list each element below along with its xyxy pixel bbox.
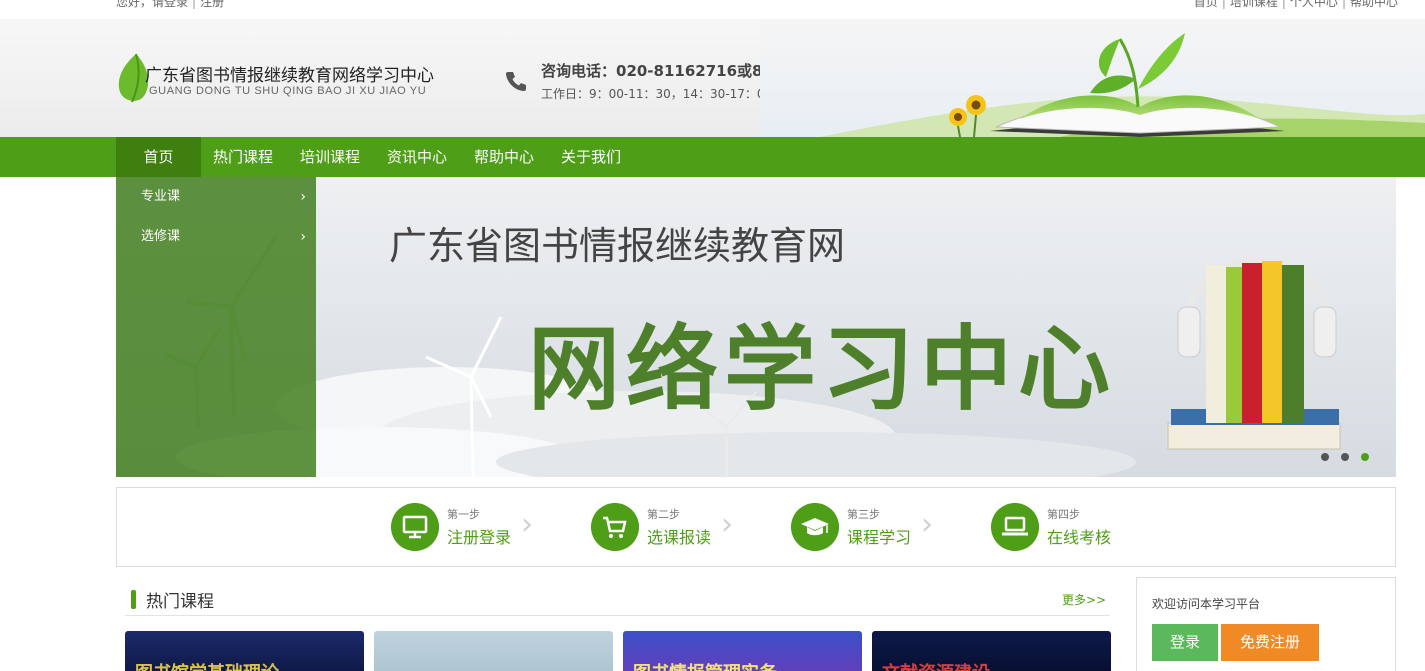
hot-courses-title: 热门课程 <box>146 592 214 612</box>
main-nav: 首页 热门课程 培训课程 资讯中心 帮助中心 关于我们 <box>0 137 1425 177</box>
chevron-right-icon: › <box>521 507 533 542</box>
top-link-personal[interactable]: 个人中心 <box>1290 0 1338 9</box>
laptop-icon <box>991 503 1039 551</box>
course-card-title: 图书情报管理实务 <box>633 659 777 671</box>
course-card-2[interactable] <box>374 631 613 671</box>
banner-headline: 网络学习中心 <box>528 316 1117 423</box>
graduation-cap-icon <box>791 503 839 551</box>
category-item-elective[interactable]: 选修课 › <box>141 217 306 257</box>
nav-news-center[interactable]: 资讯中心 <box>387 137 447 177</box>
step-number: 第二步 <box>647 508 680 521</box>
category-label: 专业课 <box>141 189 181 204</box>
hot-courses-more-link[interactable]: 更多>> <box>1062 591 1106 608</box>
course-card-4[interactable]: 文献资源建设 <box>872 631 1111 671</box>
course-card-title: 图书馆学基础理论 <box>135 659 279 671</box>
section-accent-bar <box>131 590 136 609</box>
nav-help-center[interactable]: 帮助中心 <box>474 137 534 177</box>
step-number: 第四步 <box>1047 508 1080 521</box>
separator: | <box>192 0 197 9</box>
chevron-right-icon: › <box>300 189 306 205</box>
nav-about-us[interactable]: 关于我们 <box>561 137 621 177</box>
header-book-illustration <box>760 19 1425 137</box>
step-label: 在线考核 <box>1047 528 1112 547</box>
welcome-text: 欢迎访问本学习平台 <box>1152 597 1261 611</box>
monitor-icon <box>391 503 439 551</box>
cart-icon <box>591 503 639 551</box>
nav-home[interactable]: 首页 <box>116 137 201 177</box>
nav-hot-courses[interactable]: 热门课程 <box>213 137 273 177</box>
course-card-1[interactable]: 图书馆学基础理论 <box>125 631 364 671</box>
course-card-title: 文献资源建设 <box>882 659 990 671</box>
top-link-help[interactable]: 帮助中心 <box>1350 0 1398 9</box>
category-item-professional[interactable]: 专业课 › <box>141 177 306 217</box>
login-panel: 欢迎访问本学习平台 登录 免费注册 <box>1136 577 1396 671</box>
site-name-pinyin: GUANG DONG TU SHU QING BAO JI XU JIAO YU <box>149 85 427 97</box>
step-label: 课程学习 <box>847 528 912 547</box>
slider-dot-2[interactable] <box>1341 453 1349 461</box>
slider-dot-1[interactable] <box>1321 453 1329 461</box>
chevron-right-icon: › <box>300 229 306 245</box>
course-card-3[interactable]: 图书情报管理实务 <box>623 631 862 671</box>
login-button[interactable]: 登录 <box>1152 624 1218 661</box>
work-hours-text: 工作日：9：00-11：30，14：30-17：00 <box>541 87 773 101</box>
course-category-menu: 专业课 › 选修课 › <box>116 177 316 477</box>
top-bar-left: 您好，请登录 | 注册 <box>116 0 224 10</box>
register-button[interactable]: 免费注册 <box>1221 624 1319 661</box>
nav-training-courses[interactable]: 培训课程 <box>300 137 360 177</box>
register-link[interactable]: 注册 <box>200 0 224 9</box>
category-label: 选修课 <box>141 229 181 244</box>
step-number: 第三步 <box>847 508 880 521</box>
slider-dot-3[interactable] <box>1361 453 1369 461</box>
step-label: 选课报读 <box>647 528 712 547</box>
site-header: 广东省图书情报继续教育网络学习中心 GUANG DONG TU SHU QING… <box>0 19 1425 137</box>
site-name[interactable]: 广东省图书情报继续教育网络学习中心 <box>145 61 434 86</box>
step-number: 第一步 <box>447 508 480 521</box>
chevron-right-icon: › <box>921 507 933 542</box>
top-link-courses[interactable]: 培训课程 <box>1230 0 1278 9</box>
hero-banner[interactable]: 专业课 › 选修课 › 广东省图书情报继续教育网 网络学习中心 <box>116 177 1396 477</box>
top-bar: 您好，请登录 | 注册 首页 | 培训课程 | 个人中心 | 帮助中心 <box>0 0 1425 19</box>
greeting-link[interactable]: 您好，请登录 <box>116 0 188 9</box>
section-divider <box>125 615 1110 616</box>
phone-icon <box>506 72 526 91</box>
top-bar-right: 首页 | 培训课程 | 个人中心 | 帮助中心 <box>1194 0 1398 10</box>
learning-steps: 第一步 注册登录 › 第二步 选课报读 › 第三步 课程学习 › 第四步 在线考… <box>116 487 1396 567</box>
step-label: 注册登录 <box>447 528 512 547</box>
top-link-home[interactable]: 首页 <box>1194 0 1218 9</box>
chevron-right-icon: › <box>721 507 733 542</box>
banner-title: 广东省图书情报继续教育网 <box>389 224 846 268</box>
